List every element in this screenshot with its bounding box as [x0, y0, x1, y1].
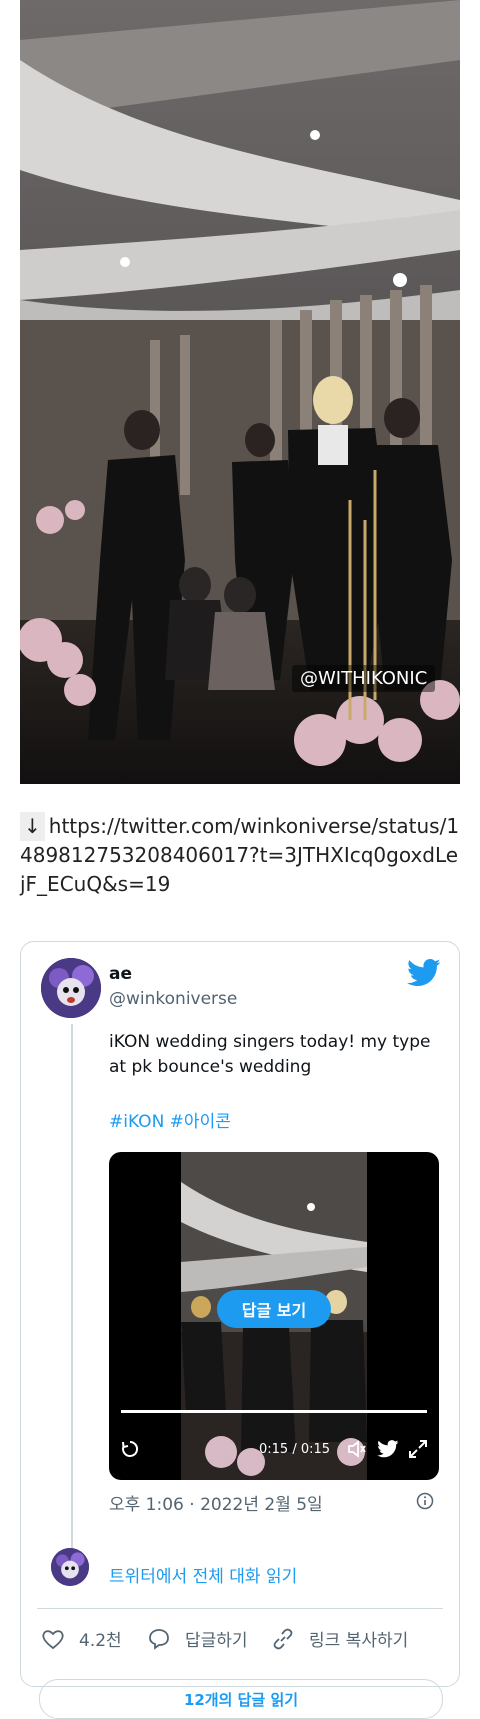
tweet-author-name[interactable]: ae [109, 964, 132, 984]
reply-icon [149, 1628, 169, 1650]
read-replies-button[interactable]: 12개의 답글 읽기 [39, 1679, 443, 1719]
link-icon [273, 1628, 293, 1649]
copy-link-button[interactable]: 링크 복사하기 [271, 1626, 408, 1651]
event-photo: @WITHIKONIC [20, 0, 460, 784]
thread-line [71, 1024, 73, 1570]
tweet-link-text[interactable]: ↓ https://twitter.com/winkoniverse/status… [20, 812, 460, 899]
tweet-timestamp[interactable]: 오후 1:06 · 2022년 2월 5일 [109, 1490, 323, 1515]
divider [37, 1608, 443, 1609]
info-icon[interactable] [416, 1492, 434, 1510]
read-full-conversation-link[interactable]: 트위터에서 전체 대화 읽기 [109, 1562, 297, 1587]
replay-icon[interactable] [121, 1440, 139, 1458]
video-time: 0:15 / 0:15 [259, 1442, 331, 1457]
avatar[interactable] [41, 958, 101, 1018]
fullscreen-icon[interactable] [407, 1438, 429, 1460]
twitter-bird-icon[interactable] [407, 958, 441, 988]
tweet-video[interactable]: 답글 보기 0:15 / 0:15 [109, 1152, 439, 1480]
view-replies-video-button[interactable]: 답글 보기 [217, 1290, 331, 1328]
down-arrow-icon: ↓ [20, 812, 45, 841]
watermark-label: @WITHIKONIC [292, 665, 436, 692]
tweet-hashtags[interactable]: #iKON #아이콘 [109, 1107, 231, 1132]
reply-button[interactable]: 답글하기 [147, 1626, 248, 1651]
tweet-text: iKON wedding singers today! my type at p… [109, 1032, 431, 1077]
copy-link-label: 링크 복사하기 [309, 1631, 409, 1651]
twitter-bird-icon[interactable] [377, 1440, 399, 1458]
reply-avatar[interactable] [51, 1548, 89, 1586]
heart-icon [42, 1629, 64, 1649]
reply-label: 답글하기 [185, 1631, 248, 1651]
tweet-url[interactable]: https://twitter.com/winkoniverse/status/… [20, 814, 459, 896]
embedded-tweet-card[interactable]: ae @winkoniverse iKON wedding singers to… [20, 941, 460, 1719]
like-count: 4.2천 [79, 1631, 122, 1651]
volume-icon[interactable] [347, 1440, 367, 1458]
video-progress-bar[interactable] [121, 1410, 427, 1413]
tweet-author-handle[interactable]: @winkoniverse [109, 989, 237, 1009]
like-button[interactable]: 4.2천 [41, 1626, 122, 1651]
